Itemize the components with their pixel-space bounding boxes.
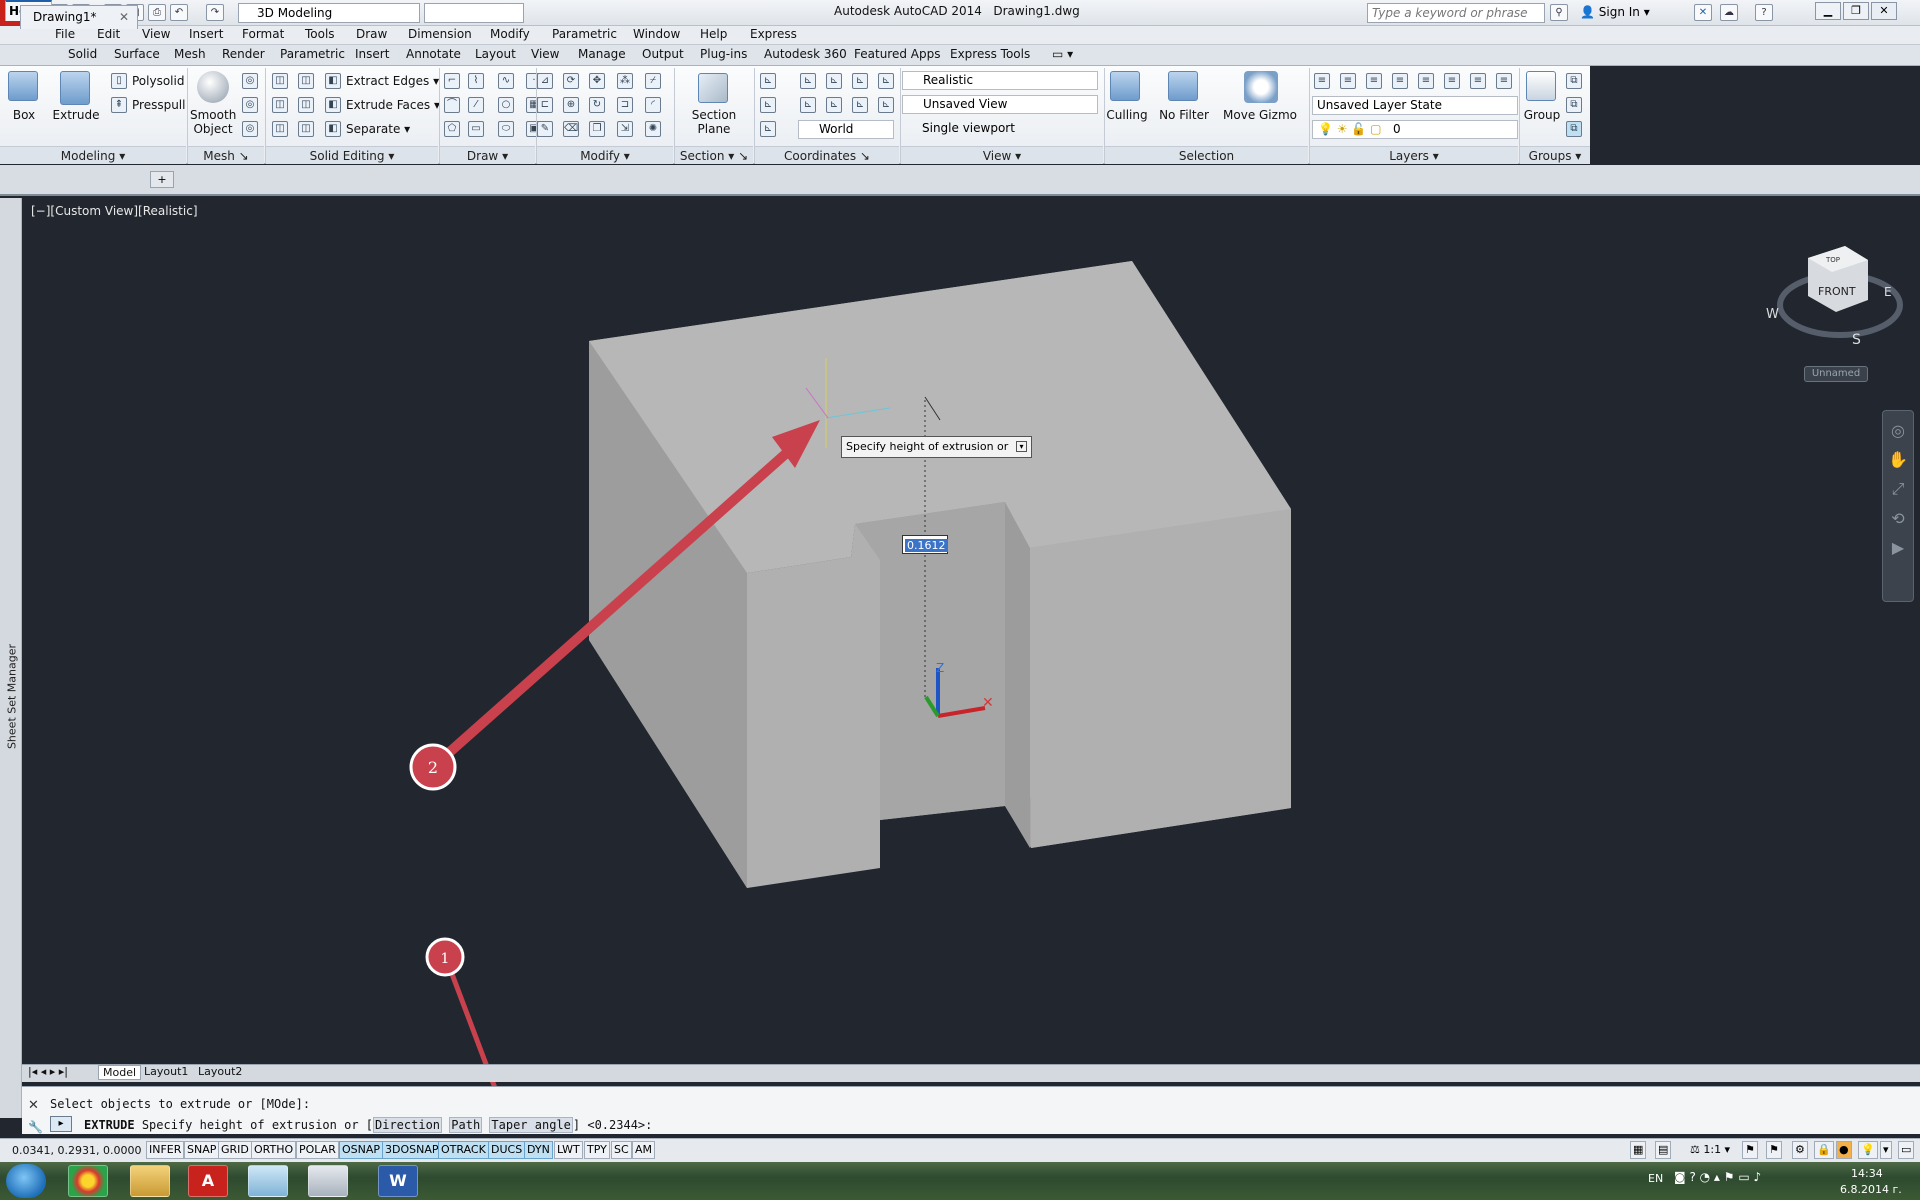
pan-icon[interactable]: ✋ <box>1883 450 1913 469</box>
toggle-grid[interactable]: GRID <box>218 1141 252 1159</box>
option-taper-angle[interactable]: Taper angle <box>489 1117 573 1133</box>
word-taskbar-icon[interactable]: W <box>378 1165 418 1197</box>
lock-icon[interactable]: 🔒 <box>1814 1141 1834 1159</box>
navigation-bar: ◎ ✋ ⤢ ⟲ ▶ <box>1882 410 1914 602</box>
option-path[interactable]: Path <box>449 1117 483 1133</box>
auto-scale-icon[interactable]: ⚑ <box>1766 1141 1782 1159</box>
showmotion-icon[interactable]: ▶ <box>1883 538 1913 557</box>
layout-nav-arrows[interactable]: |◂ ◂ ▸ ▸| <box>28 1065 68 1078</box>
dynamic-input-tooltip: Specify height of extrusion or ▾ <box>841 436 1032 458</box>
annotation-marker-1-label: 1 <box>441 951 450 967</box>
tray-icons[interactable]: ◙ ? ◔ ▴ ⚑ ▭ ♪ <box>1674 1170 1761 1184</box>
solid-notch-side <box>1005 502 1030 848</box>
layout-tab-bar <box>22 1064 1920 1082</box>
toggle-3dosnap[interactable]: 3DOSNAP <box>382 1141 442 1159</box>
clock-date[interactable]: 6.8.2014 г. <box>1840 1183 1902 1196</box>
windows-taskbar <box>0 1162 1920 1200</box>
model-space-icon[interactable]: ▦ <box>1630 1141 1647 1159</box>
toggle-otrack[interactable]: OTRACK <box>438 1141 489 1159</box>
notepad-taskbar-icon[interactable] <box>248 1165 288 1197</box>
compass-s-label: S <box>1852 332 1861 348</box>
chrome-taskbar-icon[interactable] <box>68 1165 108 1197</box>
tab-layout2[interactable]: Layout2 <box>198 1065 242 1078</box>
status-menu-icon[interactable]: ▾ <box>1880 1141 1892 1159</box>
coordinate-display[interactable]: 0.0341, 0.2931, 0.0000 <box>12 1144 141 1157</box>
viewcube-top-label: TOP <box>1825 256 1840 264</box>
toggle-dyn[interactable]: DYN <box>524 1141 553 1159</box>
toggle-infer[interactable]: INFER <box>146 1141 185 1159</box>
toggle-am[interactable]: AM <box>632 1141 656 1159</box>
calculator-taskbar-icon[interactable] <box>308 1165 348 1197</box>
steering-wheel-icon[interactable]: ◎ <box>1883 421 1913 440</box>
compass-e-label: E <box>1884 285 1892 299</box>
toggle-ortho[interactable]: ORTHO <box>251 1141 297 1159</box>
ucs-z-label: Z <box>936 661 944 675</box>
hardware-acceleration-icon[interactable]: ● <box>1836 1141 1852 1159</box>
toggle-polar[interactable]: POLAR <box>296 1141 339 1159</box>
recent-commands-icon[interactable]: ▸ <box>50 1116 72 1132</box>
viewcube-front-label: FRONT <box>1818 285 1856 298</box>
compass-w-label: W <box>1766 307 1779 322</box>
close-command-line-icon[interactable]: ✕ <box>28 1098 39 1113</box>
tab-layout1[interactable]: Layout1 <box>144 1065 188 1078</box>
scene-svg: Z ✕ TOP FRONT W E S 2 1 <box>409 246 1903 1118</box>
zoom-extents-icon[interactable]: ⤢ <box>1883 479 1913 499</box>
autocad-taskbar-icon[interactable]: A <box>188 1165 228 1197</box>
annotation-scale[interactable]: ⚖ 1:1 ▾ <box>1690 1143 1730 1156</box>
tooltip-options-icon[interactable]: ▾ <box>1016 441 1027 452</box>
quick-view-icon[interactable]: ▤ <box>1655 1141 1672 1159</box>
orbit-icon[interactable]: ⟲ <box>1883 509 1913 528</box>
clock-time[interactable]: 14:34 <box>1851 1167 1883 1180</box>
explorer-taskbar-icon[interactable] <box>130 1165 170 1197</box>
dynamic-input-field[interactable]: 0.1612 <box>902 535 948 554</box>
toggle-osnap[interactable]: OSNAP <box>339 1141 384 1159</box>
toggle-tpy[interactable]: TPY <box>584 1141 610 1159</box>
toggle-ducs[interactable]: DUCS <box>488 1141 526 1159</box>
command-input[interactable]: EXTRUDE Specify height of extrusion or [… <box>84 1117 652 1133</box>
workspace-switch-icon[interactable]: ⚙ <box>1792 1141 1808 1159</box>
toggle-lwt[interactable]: LWT <box>554 1141 583 1159</box>
toggle-sc[interactable]: SC <box>611 1141 632 1159</box>
clean-screen-icon[interactable]: ▭ <box>1898 1141 1915 1159</box>
option-direction[interactable]: Direction <box>373 1117 443 1133</box>
toggle-snap[interactable]: SNAP <box>184 1141 220 1159</box>
ucs-x-label: ✕ <box>982 695 994 711</box>
command-history: Select objects to extrude or [MOde]: <box>50 1097 311 1111</box>
ucs-menu-button[interactable]: Unnamed <box>1804 366 1868 382</box>
tab-model[interactable]: Model <box>98 1065 142 1080</box>
annotation-visibility-icon[interactable]: ⚑ <box>1742 1141 1758 1159</box>
customize-icon[interactable]: 🔧 <box>28 1120 43 1134</box>
isolate-objects-icon[interactable]: 💡 <box>1858 1141 1878 1159</box>
language-indicator[interactable]: EN <box>1648 1172 1663 1185</box>
annotation-marker-2-label: 2 <box>428 758 438 777</box>
start-button[interactable] <box>6 1164 46 1198</box>
